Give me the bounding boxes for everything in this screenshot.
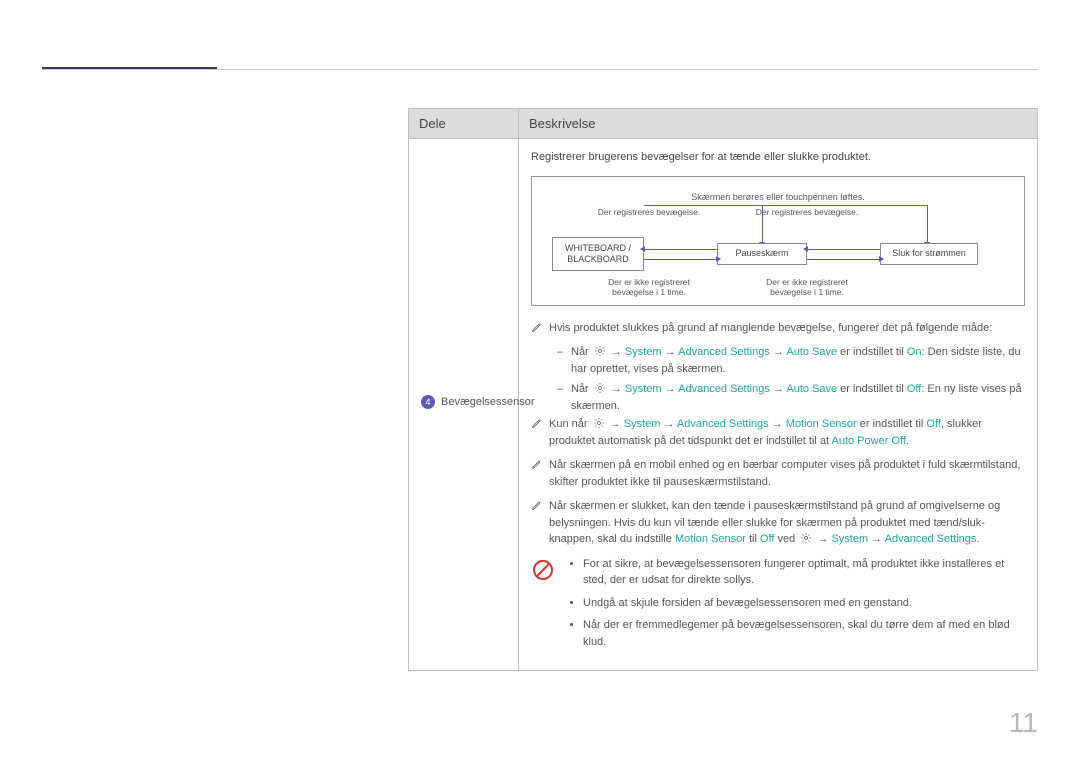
note-1a-text: Når → System → Advanced Settings → Auto …: [571, 344, 1025, 377]
pen-icon: [531, 417, 543, 429]
intro-text: Registrerer brugerens bevægelser for at …: [531, 149, 1025, 166]
diagram-label-top-right: Der registreres bevægelse.: [752, 207, 862, 218]
diagram-top-line: [644, 205, 928, 206]
page: Dele Beskrivelse 4Bevægelsessensor Regis…: [0, 0, 1080, 763]
note-3-text: Når skærmen på en mobil enhed og en bærb…: [549, 457, 1025, 490]
diagram-label-bot-left: Der er ikke registreret bevægelse i 1 ti…: [594, 277, 704, 298]
note-3: Når skærmen på en mobil enhed og en bærb…: [531, 457, 1025, 490]
diagram-label-bot-right: Der er ikke registreret bevægelse i 1 ti…: [752, 277, 862, 298]
state-diagram: Skærmen berøres eller touchpennen løftes…: [531, 176, 1025, 306]
cell-dele: 4Bevægelsessensor: [409, 139, 519, 671]
diagram-arrow-right-2: [807, 259, 880, 260]
part-name: Bevægelsessensor: [441, 396, 535, 408]
note-1a: – Når → System → Advanced Settings → Aut…: [557, 344, 1025, 377]
pen-icon: [531, 499, 543, 511]
header-rule: [42, 69, 1038, 70]
diagram-box-pauseskaerm: Pauseskærm: [717, 243, 807, 265]
diagram-label-top-left: Der registreres bevægelse.: [594, 207, 704, 218]
note-1b: – Når → System → Advanced Settings → Aut…: [557, 381, 1025, 414]
diagram-box-sluk: Sluk for strømmen: [880, 243, 978, 265]
diagram-box-whiteboard-l2: BLACKBOARD: [567, 254, 629, 265]
note-1: Hvis produktet slukkes på grund af mangl…: [531, 320, 1025, 337]
col-header-dele: Dele: [409, 109, 519, 139]
gear-icon: [594, 345, 606, 357]
dash-icon: –: [557, 344, 571, 361]
content-area: Dele Beskrivelse 4Bevægelsessensor Regis…: [408, 108, 1038, 671]
pen-icon: [531, 458, 543, 470]
note-4-text: Når skærmen er slukket, kan den tænde i …: [549, 498, 1025, 548]
note-1b-text: Når → System → Advanced Settings → Auto …: [571, 381, 1025, 414]
warning-item-1: For at sikre, at bevægelsessensoren fung…: [583, 556, 1025, 589]
gear-icon: [594, 382, 606, 394]
diagram-arrow-right-1: [644, 259, 717, 260]
note-4: Når skærmen er slukket, kan den tænde i …: [531, 498, 1025, 548]
diagram-box-whiteboard-l1: WHITEBOARD /: [565, 243, 631, 254]
table-row: 4Bevægelsessensor Registrerer brugerens …: [409, 139, 1038, 671]
page-number: 11: [1009, 707, 1038, 739]
diagram-arrow-up-2: [927, 205, 928, 243]
warning-item-2: Undgå at skjule forsiden af bevægelsesse…: [583, 595, 1025, 612]
prohibit-icon: [531, 558, 555, 582]
warning-item-3: Når der er fremmedlegemer på bevægelsess…: [583, 617, 1025, 650]
diagram-arrow-left-2: [807, 249, 880, 250]
pen-icon: [531, 321, 543, 333]
part-number-badge: 4: [421, 395, 435, 409]
diagram-caption: Skærmen berøres eller touchpennen løftes…: [532, 191, 1024, 205]
diagram-box-whiteboard: WHITEBOARD / BLACKBOARD: [552, 237, 644, 271]
note-2-text: Kun når → System → Advanced Settings → M…: [549, 416, 1025, 449]
dash-icon: –: [557, 381, 571, 398]
gear-icon: [593, 417, 605, 429]
warning-list: For at sikre, at bevægelsessensoren fung…: [565, 556, 1025, 657]
diagram-arrow-left-1: [644, 249, 717, 250]
cell-beskrivelse: Registrerer brugerens bevægelser for at …: [519, 139, 1038, 671]
col-header-beskrivelse: Beskrivelse: [519, 109, 1038, 139]
parts-table: Dele Beskrivelse 4Bevægelsessensor Regis…: [408, 108, 1038, 671]
note-1-text: Hvis produktet slukkes på grund af mangl…: [549, 320, 1025, 337]
note-2: Kun når → System → Advanced Settings → M…: [531, 416, 1025, 449]
warning-block: For at sikre, at bevægelsessensoren fung…: [531, 556, 1025, 657]
gear-icon: [800, 532, 812, 544]
